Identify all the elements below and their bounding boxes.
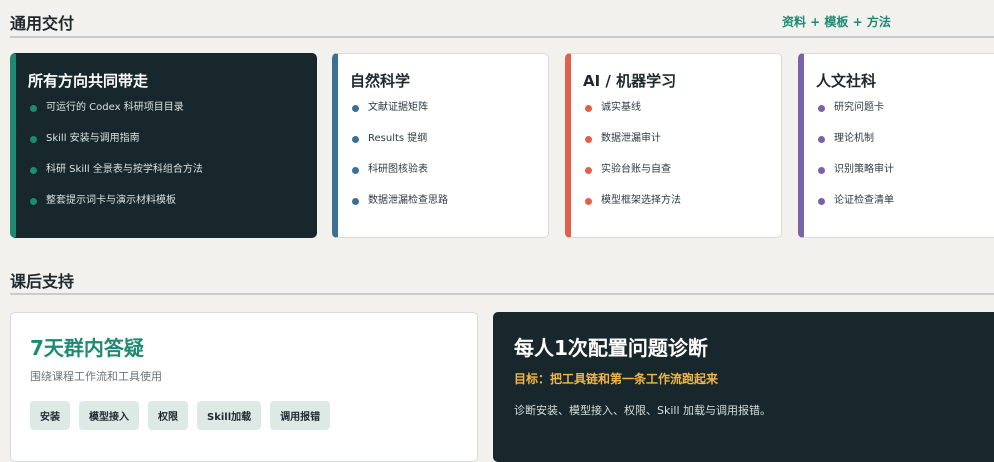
delivery-section-title: 通用交付 [10,14,75,33]
list-item: 数据泄漏检查思路 [352,193,448,224]
support-section-title: 课后支持 [10,272,75,291]
list-item-label: Results 提纲 [368,133,428,144]
list-item-label: 可运行的 Codex 科研项目目录 [46,102,184,113]
card-title: 人文社科 [816,72,877,90]
bullet-icon [585,136,592,143]
list-item: 数据泄漏审计 [585,131,681,162]
topic-chip: 模型接入 [79,401,139,430]
list-item-label: 科研图核验表 [368,164,428,175]
card-ai-ml: AI / 机器学习 诚实基线 数据泄漏审计 实验台账与自查 模型框架选择方法 [565,53,782,238]
list-item-label: 数据泄漏检查思路 [368,195,448,206]
list-item-label: 科研 Skill 全景表与按学科组合方法 [46,164,203,175]
bullet-icon [30,167,37,174]
list-item: Skill 安装与调用指南 [30,131,203,162]
bullet-icon [818,167,825,174]
bullet-icon [352,105,359,112]
qa-title: 7天群内答疑 [30,336,144,360]
bullet-icon [30,198,37,205]
card-title: 自然科学 [350,72,411,90]
list-item: 可运行的 Codex 科研项目目录 [30,100,203,131]
list-item-label: 整套提示词卡与演示材料模板 [46,195,176,206]
bullet-icon [30,105,37,112]
list-item-label: 数据泄漏审计 [601,133,661,144]
qa-subtitle: 围绕课程工作流和工具使用 [30,370,162,383]
list-item: 科研 Skill 全景表与按学科组合方法 [30,162,203,193]
card-all-directions: 所有方向共同带走 可运行的 Codex 科研项目目录 Skill 安装与调用指南… [10,53,317,238]
list-item-label: Skill 安装与调用指南 [46,133,140,144]
list-item-label: 模型框架选择方法 [601,195,681,206]
diagnosis-goal: 目标：把工具链和第一条工作流跑起来 [514,372,719,386]
list-item-label: 文献证据矩阵 [368,102,428,113]
bullet-icon [585,105,592,112]
list-item: 科研图核验表 [352,162,448,193]
list-item: 识别策略审计 [818,162,894,193]
card-humanities: 人文社科 研究问题卡 理论机制 识别策略审计 论证检查清单 [798,53,994,238]
diagnosis-description: 诊断安装、模型接入、权限、Skill 加载与调用报错。 [514,404,772,417]
delivery-section-header: 通用交付 资料 + 模板 + 方法 [10,9,994,38]
bullet-icon [585,167,592,174]
support-section-header: 课后支持 [10,266,994,295]
diagnosis-title: 每人1次配置问题诊断 [514,336,708,360]
list-item-label: 论证检查清单 [834,195,894,206]
card-item-list: 研究问题卡 理论机制 识别策略审计 论证检查清单 [818,100,894,224]
card-item-list: 文献证据矩阵 Results 提纲 科研图核验表 数据泄漏检查思路 [352,100,448,224]
bullet-icon [352,136,359,143]
card-item-list: 可运行的 Codex 科研项目目录 Skill 安装与调用指南 科研 Skill… [30,100,203,224]
list-item: 实验台账与自查 [585,162,681,193]
card-item-list: 诚实基线 数据泄漏审计 实验台账与自查 模型框架选择方法 [585,100,681,224]
bullet-icon [818,105,825,112]
list-item: 研究问题卡 [818,100,894,131]
list-item: 论证检查清单 [818,193,894,224]
bullet-icon [585,198,592,205]
topic-chip: 安装 [30,401,70,430]
bullet-icon [352,167,359,174]
list-item: 整套提示词卡与演示材料模板 [30,193,203,224]
list-item: Results 提纲 [352,131,448,162]
bullet-icon [30,136,37,143]
list-item: 诚实基线 [585,100,681,131]
card-natural-science: 自然科学 文献证据矩阵 Results 提纲 科研图核验表 数据泄漏检查思路 [332,53,549,238]
bullet-icon [818,136,825,143]
topic-chip: Skill加载 [197,401,262,430]
bullet-icon [818,198,825,205]
bullet-icon [352,198,359,205]
list-item-label: 实验台账与自查 [601,164,671,175]
delivery-section-tag: 资料 + 模板 + 方法 [782,15,891,29]
topic-chip: 调用报错 [270,401,331,430]
list-item: 文献证据矩阵 [352,100,448,131]
list-item-label: 研究问题卡 [834,102,884,113]
list-item: 模型框架选择方法 [585,193,681,224]
list-item-label: 识别策略审计 [834,164,894,175]
list-item-label: 诚实基线 [601,102,641,113]
list-item: 理论机制 [818,131,894,162]
card-title: 所有方向共同带走 [28,72,149,90]
topic-chip: 权限 [148,401,188,430]
list-item-label: 理论机制 [834,133,874,144]
diagnosis-card: 每人1次配置问题诊断 目标：把工具链和第一条工作流跑起来 诊断安装、模型接入、权… [493,312,994,462]
qa-topic-chips: 安装 模型接入 权限 Skill加载 调用报错 [30,401,331,430]
qa-card: 7天群内答疑 围绕课程工作流和工具使用 安装 模型接入 权限 Skill加载 调… [10,312,478,462]
card-title: AI / 机器学习 [583,72,677,90]
